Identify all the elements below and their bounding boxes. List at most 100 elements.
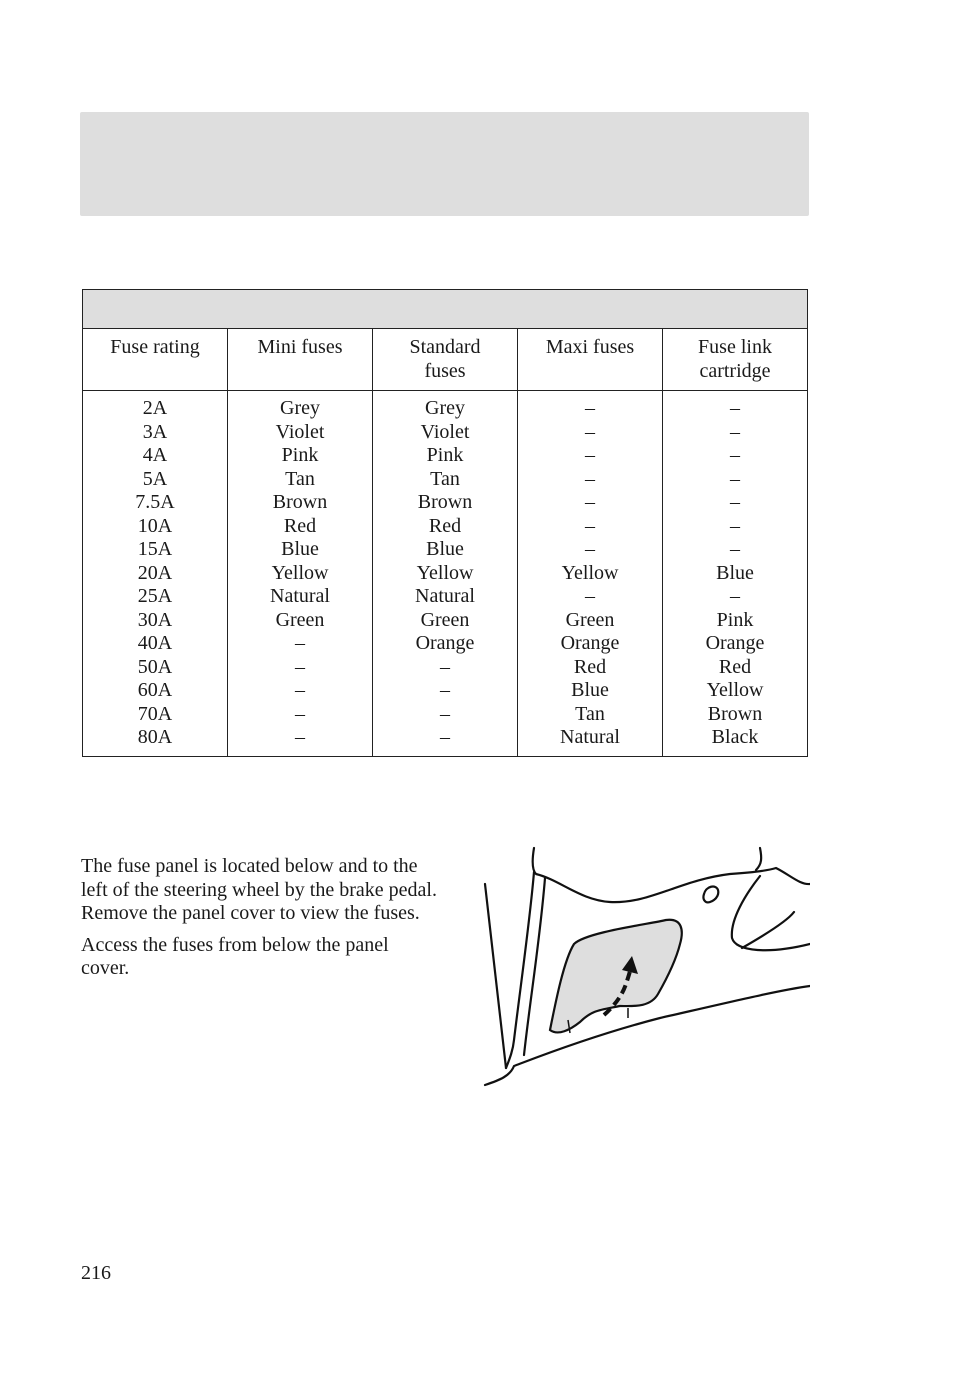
body-paragraph: The fuse panel is located below and to t…	[81, 855, 437, 924]
column-header: Maxi fuses	[517, 328, 663, 391]
fuse-rating-cell: 10A	[137, 514, 173, 537]
fuse-color-cell: –	[585, 467, 595, 490]
fuse-color-cell: Green	[275, 608, 325, 631]
fuse-color-cell: Natural	[560, 726, 620, 748]
fuse-color-cell: –	[585, 514, 595, 537]
fuse-color-cell: Natural	[270, 585, 330, 607]
fuse-color-cell: Yellow	[706, 679, 764, 701]
fuse-color-cell: Brown	[417, 491, 473, 513]
fuse-color-cell: –	[730, 491, 740, 513]
fuse-color-cell: –	[585, 491, 595, 513]
column-header-line: fuses	[424, 359, 466, 382]
fuse-rating-cell: 5A	[142, 467, 168, 490]
fuse-color-cell: Blue	[716, 561, 754, 584]
fuse-color-cell: Tan	[430, 467, 460, 490]
fuse-rating-cell: 50A	[137, 655, 173, 678]
fuse-color-cell: –	[295, 702, 305, 725]
fuse-color-cell: –	[730, 397, 740, 419]
fuse-color-cell: –	[295, 726, 305, 748]
fuse-color-cell: –	[585, 585, 595, 607]
fuse-panel-cover-illustration	[483, 846, 810, 1087]
column-values: Grey Violet Pink Tan Brown Red Blue Yellow Natur…	[227, 390, 373, 757]
fuse-rating-cell: 60A	[137, 679, 173, 701]
fuse-color-cell: Brown	[707, 702, 763, 725]
fuse-color-cell: –	[730, 538, 740, 560]
fuse-color-cell: –	[295, 679, 305, 701]
body-paragraph: Access the fuses from below the panel co…	[81, 933, 389, 980]
table-title-row	[82, 289, 808, 329]
fuse-color-cell: Orange	[560, 632, 620, 654]
table-title	[82, 289, 808, 329]
fuse-color-cell: Pink	[281, 444, 319, 466]
pillar-line-2	[522, 876, 547, 1057]
body-text: The fuse panel is located below and to t…	[81, 855, 441, 989]
fuse-color-cell: Red	[718, 655, 752, 678]
page-number: 216	[81, 1262, 111, 1284]
fuse-color-cell: Tan	[285, 467, 315, 490]
column-header-line: Maxi fuses	[545, 336, 635, 358]
fuse-color-cell: –	[585, 538, 595, 560]
door-edge-line	[483, 882, 508, 1070]
column-header-line: Standard	[409, 336, 481, 358]
fuse-color-cell: Blue	[571, 679, 609, 701]
column-values: Grey Violet Pink Tan Brown Red Blue Yellow Natur…	[372, 390, 518, 757]
column-values: 2A 3A 4A 5A 7.5A 10A 15A 20A 25A 30A 40A 50A 60A 70A 8…	[82, 390, 228, 757]
fuse-color-cell: –	[295, 655, 305, 678]
fuse-color-cell: –	[440, 726, 450, 748]
fuse-color-cell: –	[730, 444, 740, 466]
fuse-color-cell: –	[585, 444, 595, 466]
fuse-rating-cell: 70A	[137, 702, 173, 725]
fuse-color-cell: Green	[565, 608, 615, 631]
fuse-color-cell: Blue	[426, 538, 464, 560]
dash-top-curve	[531, 846, 810, 904]
fuse-color-cell: Pink	[426, 444, 464, 466]
column-header: Mini fuses	[227, 328, 373, 391]
fuse-color-cell: –	[440, 655, 450, 678]
column-header-line: Mini fuses	[257, 336, 343, 358]
column-values: – – – – – – – Blue – Pink Orange Red Yellow Brown Blac…	[662, 390, 808, 757]
fuse-color-cell: Yellow	[271, 561, 329, 584]
fuse-color-cell: Yellow	[561, 561, 619, 584]
column-header: Standard fuses	[372, 328, 518, 391]
column-header-line: cartridge	[699, 359, 771, 382]
column-header: Fuse rating	[82, 328, 228, 391]
column-values: – – – – – – – Yellow – Green Orange Red Blue Tan Natur…	[517, 390, 663, 757]
fuse-color-cell: Red	[573, 655, 607, 678]
fuse-color-cell: Red	[428, 514, 462, 537]
fuse-panel-cover	[548, 918, 683, 1034]
fuse-color-cell: –	[730, 585, 740, 607]
fuse-color-cell: Violet	[275, 420, 325, 443]
fuse-color-cell: Grey	[425, 397, 465, 419]
fuse-color-cell: Grey	[280, 397, 320, 419]
section-header-band	[80, 112, 809, 216]
table-header-row: Fuse rating Mini fuses Standard fuses Maxi f…	[82, 328, 808, 391]
column-header: Fuse link cartridge	[662, 328, 808, 391]
fuse-color-cell: –	[730, 514, 740, 537]
fuse-color-cell: –	[295, 632, 305, 654]
fuse-color-cell: Tan	[575, 702, 605, 725]
fuse-rating-cell: 3A	[142, 420, 168, 443]
fuse-color-cell: Pink	[716, 608, 754, 631]
fuse-rating-cell: 15A	[137, 538, 173, 560]
fuse-color-cell: –	[585, 397, 595, 419]
fuse-color-cell: –	[585, 420, 595, 443]
column-header-line: Fuse link	[698, 336, 772, 358]
fuse-color-cell: Black	[711, 726, 759, 748]
dash-top-right	[754, 846, 763, 872]
fuse-color-cell: –	[440, 679, 450, 701]
fuse-color-cell: Orange	[705, 632, 765, 654]
hole-icon	[702, 885, 720, 904]
fuse-color-cell: –	[730, 420, 740, 443]
panel-right-pocket	[730, 874, 810, 952]
pillar-line-1	[504, 870, 536, 1070]
fuse-color-table: Fuse rating Mini fuses Standard fuses Maxi f…	[82, 289, 808, 757]
fuse-color-cell: Natural	[415, 585, 475, 607]
fuse-color-cell: Green	[420, 608, 470, 631]
fuse-color-cell: Orange	[415, 632, 475, 654]
fuse-color-cell: –	[730, 467, 740, 490]
table-body-row: 2A 3A 4A 5A 7.5A 10A 15A 20A 25A 30A 40A 50A 60A 70A 8…	[82, 390, 808, 757]
fuse-rating-cell: 25A	[137, 585, 173, 607]
fuse-rating-cell: 30A	[137, 608, 173, 631]
fuse-rating-cell: 2A	[142, 397, 168, 419]
fuse-color-cell: Brown	[272, 491, 328, 513]
